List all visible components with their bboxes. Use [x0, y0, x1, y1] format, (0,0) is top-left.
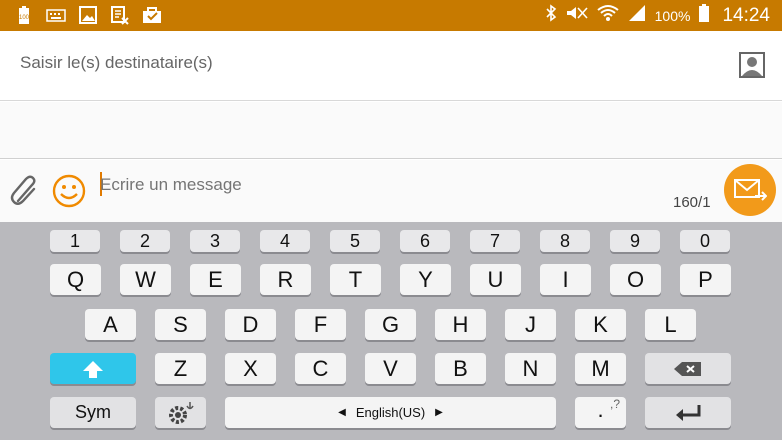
key-t[interactable]: T — [330, 264, 381, 295]
key-d[interactable]: D — [225, 309, 276, 340]
key-4[interactable]: 4 — [260, 230, 310, 252]
briefcase-icon — [142, 4, 162, 26]
key-b[interactable]: B — [435, 353, 486, 384]
compose-bar: 160/1 — [0, 160, 782, 222]
contact-picker-button[interactable] — [739, 52, 765, 78]
message-input[interactable] — [100, 172, 700, 198]
paperclip-icon — [10, 175, 36, 205]
key-c[interactable]: C — [295, 353, 346, 384]
battery-100-icon: 100 — [14, 4, 34, 26]
char-counter: 160/1 — [673, 194, 711, 211]
key-2[interactable]: 2 — [120, 230, 170, 252]
enter-arrow-icon — [676, 404, 701, 421]
key-o[interactable]: O — [610, 264, 661, 295]
key-j[interactable]: J — [505, 309, 556, 340]
shift-key[interactable] — [50, 353, 136, 384]
key-w[interactable]: W — [120, 264, 171, 295]
status-bar: 100 100% 14:24 — [0, 0, 782, 31]
key-l[interactable]: L — [645, 309, 696, 340]
space-key[interactable]: ◀ English(US) ▶ — [225, 397, 556, 428]
send-button[interactable] — [724, 164, 776, 216]
key-0[interactable]: 0 — [680, 230, 730, 252]
key-6[interactable]: 6 — [400, 230, 450, 252]
key-8[interactable]: 8 — [540, 230, 590, 252]
battery-icon — [698, 3, 710, 28]
clock: 14:24 — [722, 4, 770, 26]
key-s[interactable]: S — [155, 309, 206, 340]
language-right-arrow-icon: ▶ — [435, 407, 443, 418]
signal-icon — [627, 4, 647, 27]
key-1[interactable]: 1 — [50, 230, 100, 252]
svg-text:100: 100 — [19, 15, 30, 21]
settings-key[interactable] — [155, 397, 206, 428]
language-label: English(US) — [355, 405, 426, 420]
mute-icon — [565, 4, 589, 27]
battery-percent: 100% — [654, 7, 691, 24]
key-v[interactable]: V — [365, 353, 416, 384]
key-e[interactable]: E — [190, 264, 241, 295]
contact-icon — [742, 57, 762, 76]
recipient-input[interactable]: Saisir le(s) destinataire(s) — [20, 53, 213, 73]
attach-button[interactable] — [10, 175, 42, 209]
shift-arrow-icon — [83, 360, 103, 378]
key-k[interactable]: K — [575, 309, 626, 340]
picture-icon — [78, 4, 98, 26]
bluetooth-icon — [545, 4, 557, 27]
language-left-arrow-icon: ◀ — [338, 407, 346, 418]
gear-icon — [168, 401, 194, 424]
key-7[interactable]: 7 — [470, 230, 520, 252]
key-q[interactable]: Q — [50, 264, 101, 295]
punctuation-key[interactable]: ,? . — [575, 397, 626, 428]
backspace-icon — [674, 361, 701, 376]
key-x[interactable]: X — [225, 353, 276, 384]
emoji-button[interactable] — [52, 174, 86, 213]
key-z[interactable]: Z — [155, 353, 206, 384]
smiley-icon — [52, 174, 86, 208]
key-a[interactable]: A — [85, 309, 136, 340]
key-n[interactable]: N — [505, 353, 556, 384]
key-5[interactable]: 5 — [330, 230, 380, 252]
key-9[interactable]: 9 — [610, 230, 660, 252]
key-p[interactable]: P — [680, 264, 731, 295]
notification-icons: 100 — [14, 4, 162, 26]
punct-alt-label: ,? — [609, 397, 620, 411]
key-m[interactable]: M — [575, 353, 626, 384]
send-envelope-icon — [734, 179, 767, 201]
calendar-icon — [110, 4, 130, 26]
enter-key[interactable] — [645, 397, 731, 428]
wifi-icon — [597, 4, 619, 27]
keyboard-icon — [46, 4, 66, 26]
conversation-area — [0, 102, 782, 159]
sym-key[interactable]: Sym — [50, 397, 136, 428]
punct-main-label: . — [597, 396, 604, 422]
key-f[interactable]: F — [295, 309, 346, 340]
key-i[interactable]: I — [540, 264, 591, 295]
key-h[interactable]: H — [435, 309, 486, 340]
key-3[interactable]: 3 — [190, 230, 240, 252]
recipient-row: Saisir le(s) destinataire(s) — [0, 31, 782, 101]
key-y[interactable]: Y — [400, 264, 451, 295]
keyboard: 1 2 3 4 5 6 7 8 9 0 Q W E R T Y U I O P … — [0, 222, 782, 440]
key-r[interactable]: R — [260, 264, 311, 295]
system-icons: 100% 14:24 — [545, 0, 770, 31]
key-g[interactable]: G — [365, 309, 416, 340]
backspace-key[interactable] — [645, 353, 731, 384]
key-u[interactable]: U — [470, 264, 521, 295]
